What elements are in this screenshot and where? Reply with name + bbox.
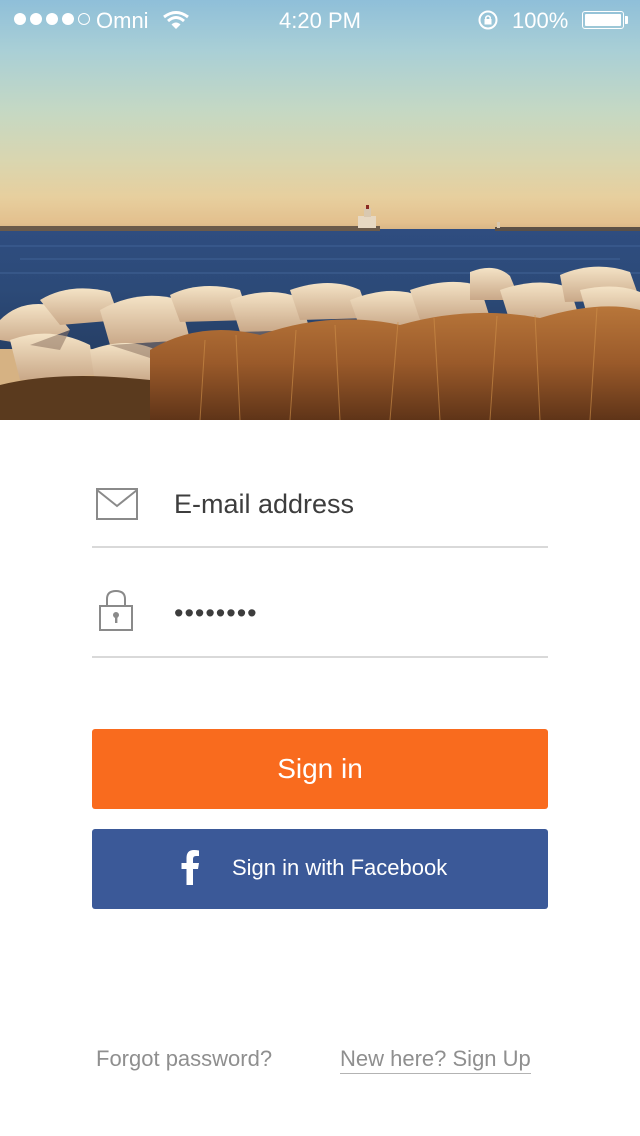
battery-icon: [582, 11, 624, 29]
battery-tip: [625, 16, 628, 24]
sign-in-label: Sign in: [277, 753, 363, 784]
sign-in-button[interactable]: Sign in: [92, 729, 548, 809]
login-screen: Omni 4:20 PM 100% E-mail address •••••••…: [0, 0, 640, 1136]
lock-icon: [99, 589, 133, 631]
sign-up-link[interactable]: New here? Sign Up: [340, 1046, 531, 1074]
email-placeholder[interactable]: E-mail address: [174, 489, 354, 520]
facebook-sign-in-button[interactable]: Sign in with Facebook: [92, 829, 548, 909]
password-field[interactable]: ••••••••: [92, 548, 548, 658]
forgot-password-link[interactable]: Forgot password?: [96, 1046, 272, 1072]
battery-percentage: 100%: [512, 8, 569, 33]
battery-fill: [585, 14, 621, 26]
lakeshore-illustration: [0, 205, 640, 420]
facebook-f-icon: [181, 850, 199, 885]
email-field[interactable]: E-mail address: [92, 438, 548, 548]
status-bar: Omni 4:20 PM 100%: [0, 0, 640, 40]
rotation-lock-icon: [478, 10, 498, 30]
envelope-icon: [96, 488, 138, 520]
hero-image: [0, 0, 640, 420]
password-value[interactable]: ••••••••: [174, 598, 258, 629]
facebook-sign-in-label: Sign in with Facebook: [232, 855, 448, 880]
